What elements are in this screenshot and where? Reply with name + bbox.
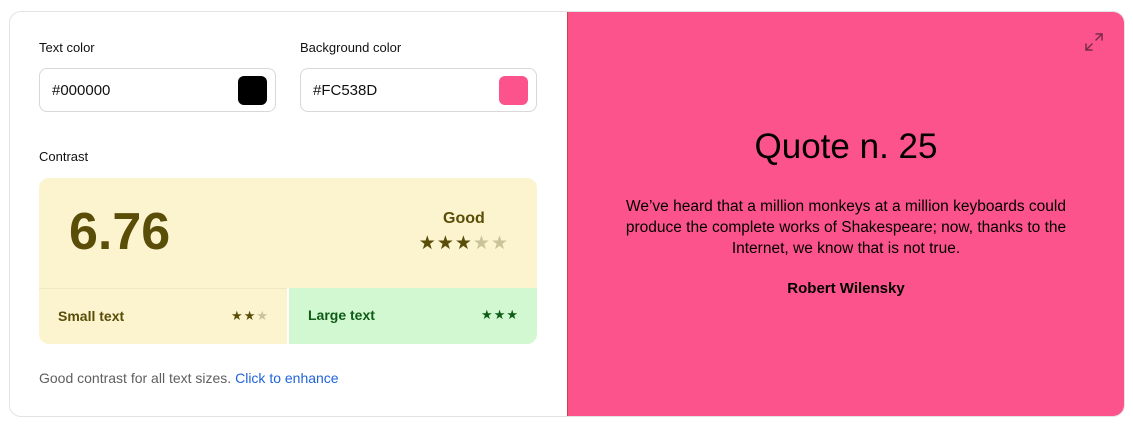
quote-author: Robert Wilensky <box>787 280 905 297</box>
contrast-rating-label: Good <box>443 210 485 227</box>
text-color-label: Text color <box>39 40 95 55</box>
star-icon: ★ <box>454 233 473 254</box>
contrast-hint-text: Good contrast for all text sizes. <box>39 370 232 386</box>
star-empty-icon: ★ <box>256 308 269 323</box>
background-color-input[interactable] <box>313 69 483 111</box>
large-text-label: Large text <box>308 307 375 323</box>
contrast-hint: Good contrast for all text sizes. Click … <box>39 370 339 386</box>
star-icon: ★ <box>436 233 455 254</box>
quote-title: Quote n. 25 <box>754 127 938 166</box>
text-color-field[interactable] <box>39 68 276 112</box>
star-icon: ★ <box>481 307 494 322</box>
text-color-input[interactable] <box>52 69 222 111</box>
large-text-rating: Large text ★★★ <box>287 288 537 344</box>
text-color-swatch[interactable] <box>238 76 267 105</box>
preview-panel: Quote n. 25 We’ve heard that a million m… <box>567 12 1124 416</box>
contrast-rating: Good ★★★★★ <box>419 210 509 255</box>
small-text-stars: ★★★ <box>231 308 269 324</box>
star-icon: ★ <box>493 307 507 322</box>
large-text-stars: ★★★ <box>481 307 519 323</box>
contrast-score-area: 6.76 Good ★★★★★ <box>39 178 537 288</box>
star-icon: ★ <box>506 307 519 322</box>
contrast-result-box: 6.76 Good ★★★★★ Small text ★★★ Large tex… <box>39 178 537 344</box>
contrast-checker-card: Text color Background color Contrast 6.7… <box>9 11 1125 417</box>
expand-icon[interactable] <box>1084 32 1104 52</box>
contrast-label: Contrast <box>39 149 89 164</box>
contrast-score: 6.76 <box>69 203 171 261</box>
controls-panel: Text color Background color Contrast 6.7… <box>10 12 567 416</box>
background-color-swatch[interactable] <box>499 76 528 105</box>
small-text-label: Small text <box>58 308 125 324</box>
quote-text: We’ve heard that a million monkeys at a … <box>625 198 1067 257</box>
star-icon: ★ <box>243 308 257 323</box>
star-icon: ★ <box>418 233 437 254</box>
background-color-label: Background color <box>300 40 402 55</box>
enhance-link[interactable]: Click to enhance <box>235 370 339 386</box>
small-text-rating: Small text ★★★ <box>39 288 287 344</box>
contrast-rating-stars: ★★★★★ <box>419 232 509 255</box>
star-empty-icon: ★ <box>472 233 491 254</box>
background-color-field[interactable] <box>300 68 537 112</box>
star-empty-icon: ★ <box>490 233 509 254</box>
star-icon: ★ <box>231 308 244 323</box>
